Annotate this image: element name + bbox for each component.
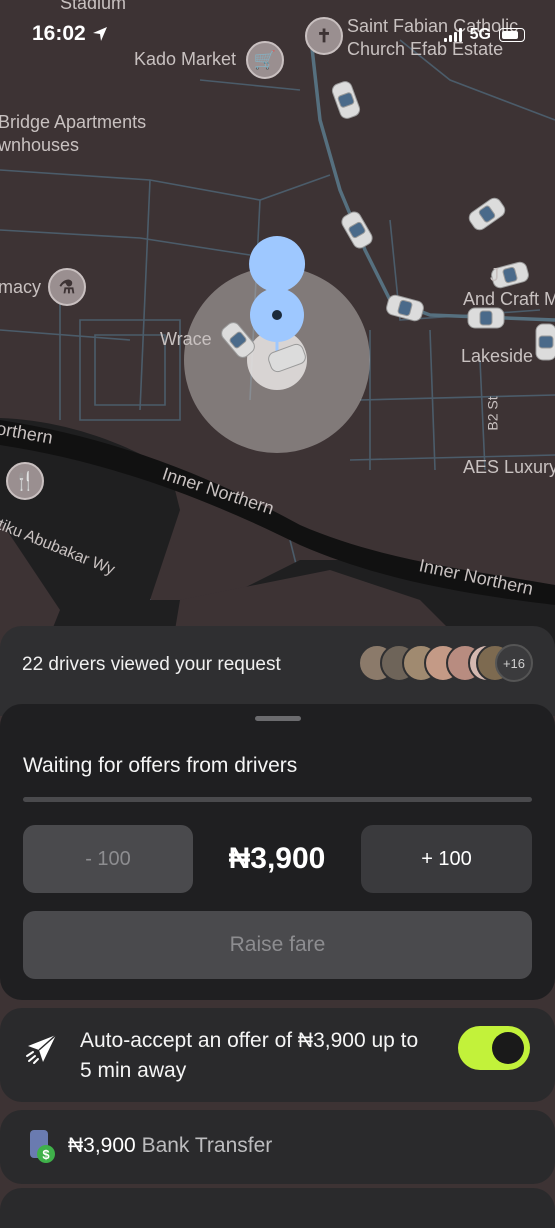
- bank-transfer-icon: $: [30, 1130, 55, 1163]
- auto-accept-toggle[interactable]: [458, 1026, 530, 1070]
- restaurant-icon[interactable]: 🍴: [6, 462, 44, 500]
- map-label-lakeside: Lakeside: [461, 346, 534, 366]
- drivers-viewed-text: 22 drivers viewed your request: [22, 654, 281, 675]
- map-view[interactable]: Stadium Kado Market 🛒 ✝ Saint Fabian Cat…: [0, 0, 555, 661]
- status-bar: 16:02 5G: [0, 0, 555, 70]
- toggle-knob: [492, 1032, 524, 1064]
- payment-row[interactable]: $ ₦3,900 Bank Transfer: [0, 1110, 555, 1184]
- map-label-bridge-1: Bridge Apartments: [0, 112, 147, 132]
- payment-text: ₦3,900 Bank Transfer: [68, 1134, 272, 1158]
- map-label-bridge-2: wnhouses: [0, 135, 80, 155]
- driver-avatars[interactable]: +16: [358, 644, 533, 682]
- payment-amount: ₦3,900: [68, 1134, 136, 1157]
- more-drivers-badge: +16: [495, 644, 533, 682]
- map-label-arts-1: J: [490, 265, 499, 285]
- battery-icon: [499, 28, 525, 42]
- decrease-fare-button[interactable]: - 100: [23, 825, 193, 893]
- status-time: 16:02: [32, 22, 108, 46]
- raise-fare-button[interactable]: Raise fare: [23, 911, 532, 979]
- svg-text:$: $: [42, 1147, 50, 1162]
- auto-accept-text: Auto-accept an offer of ₦3,900 up to 5 m…: [80, 1029, 419, 1082]
- offers-panel: Waiting for offers from drivers - 100 ₦3…: [0, 704, 555, 1000]
- map-label-arts-2: And Craft M: [463, 289, 555, 309]
- auto-accept-row[interactable]: Auto-accept an offer of ₦3,900 up to 5 m…: [0, 1008, 555, 1102]
- waiting-progress-bar: [23, 797, 532, 802]
- time-text: 16:02: [32, 22, 86, 45]
- map-label-wrace: Wrace: [160, 329, 212, 349]
- signal-icon: [443, 28, 462, 42]
- drivers-viewed-panel[interactable]: 22 drivers viewed your request +16: [0, 626, 555, 716]
- drag-handle[interactable]: [255, 716, 301, 721]
- payment-method: Bank Transfer: [141, 1134, 273, 1157]
- fare-amount: ₦3,900: [228, 842, 326, 875]
- status-indicators: 5G: [443, 26, 525, 44]
- network-type: 5G: [469, 26, 491, 43]
- increase-fare-button[interactable]: + 100: [361, 825, 532, 893]
- map-label-aes: AES Luxury: [463, 457, 555, 477]
- bottom-panel-edge: [0, 1188, 555, 1228]
- waiting-text: Waiting for offers from drivers: [23, 754, 298, 777]
- paper-plane-icon: [26, 1034, 57, 1064]
- map-label-pharmacy: macy: [0, 277, 42, 297]
- pharmacy-icon[interactable]: ⚗: [48, 268, 86, 306]
- map-label-b2-st: B2 St: [484, 396, 501, 431]
- location-arrow-icon: [92, 27, 107, 41]
